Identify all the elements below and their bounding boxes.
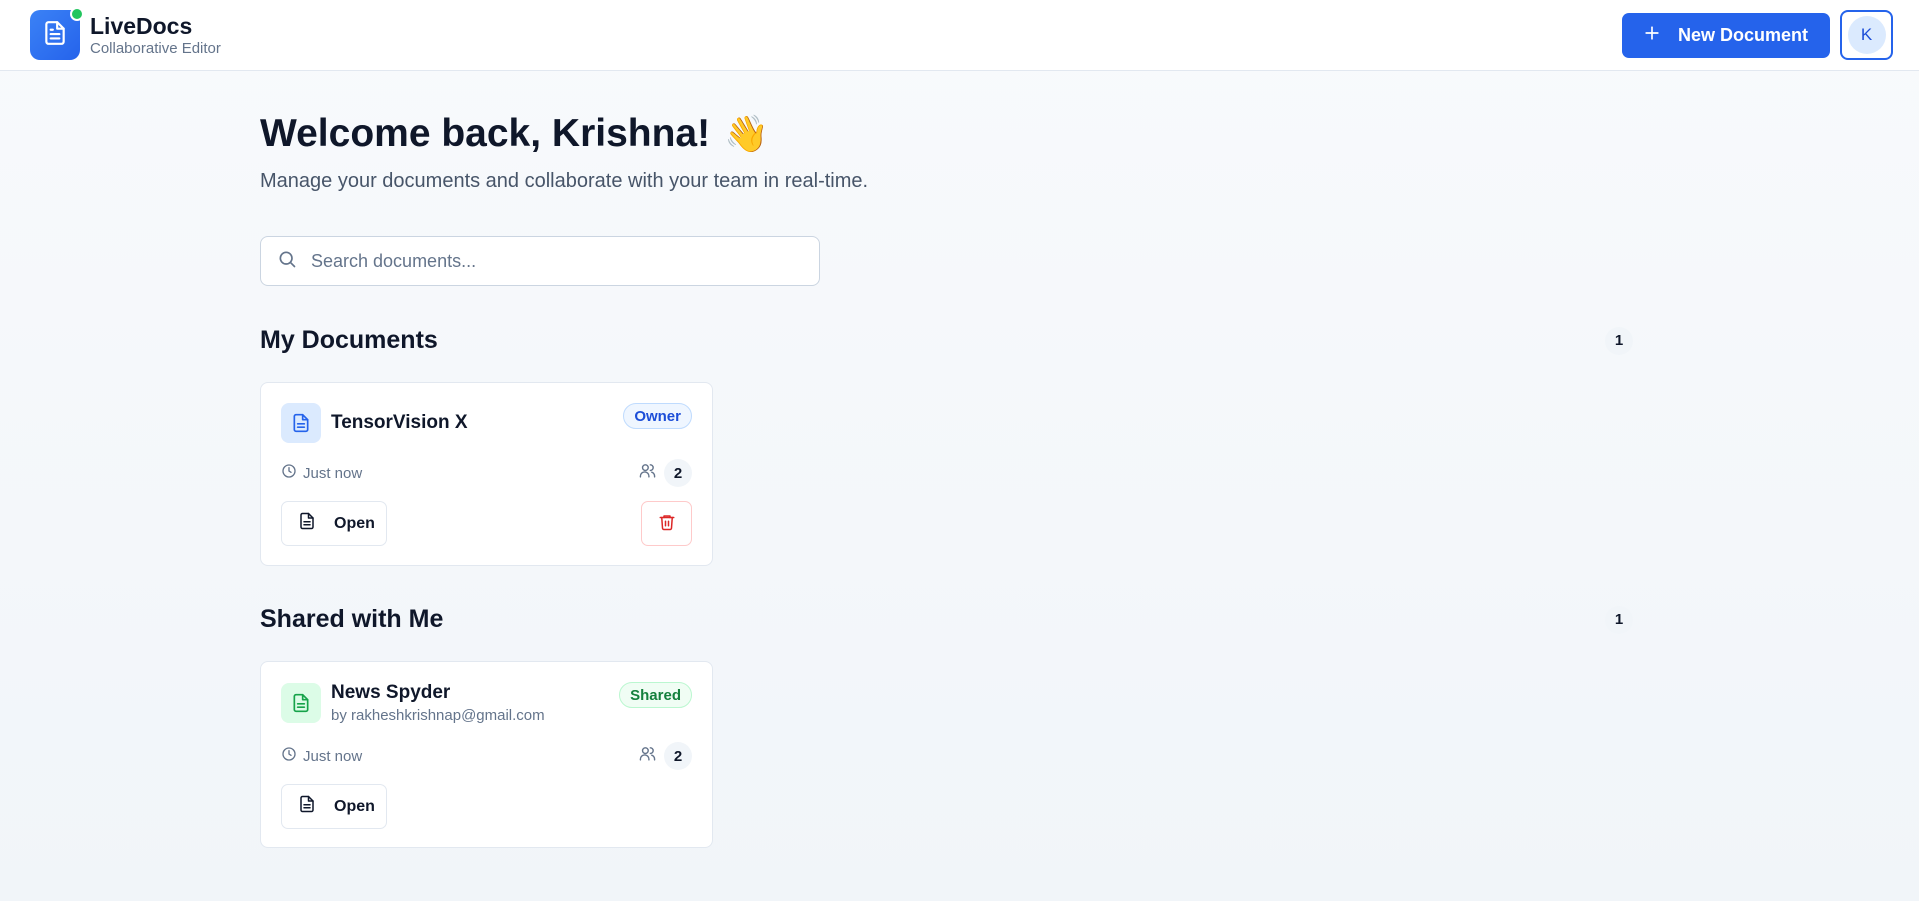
shared-document-title: News Spyder bbox=[331, 682, 451, 703]
open-label: Open bbox=[334, 514, 375, 532]
plus-icon bbox=[1642, 23, 1662, 48]
search-input[interactable] bbox=[311, 250, 791, 272]
dashboard: Welcome back, Krishna! 👋 Manage your doc… bbox=[260, 108, 1660, 848]
last-edited: Just now bbox=[281, 746, 362, 766]
avatar: K bbox=[1847, 16, 1886, 54]
page-subtitle: Manage your documents and collaborate wi… bbox=[260, 170, 869, 192]
online-status-dot bbox=[70, 7, 84, 21]
collaborator-count: 2 bbox=[664, 742, 692, 770]
shared-badge: Shared bbox=[619, 682, 692, 708]
open-shared-document-button[interactable]: Open bbox=[281, 784, 387, 829]
trash-icon bbox=[658, 512, 676, 535]
document-card[interactable]: TensorVision X Owner Just now 2 Open bbox=[260, 382, 713, 566]
file-text-icon bbox=[298, 795, 316, 818]
my-documents-title: My Documents bbox=[260, 326, 438, 354]
collaborator-count: 2 bbox=[664, 459, 692, 487]
document-title: TensorVision X bbox=[331, 412, 468, 433]
top-navigation: LiveDocs Collaborative Editor New Docume… bbox=[0, 0, 1919, 71]
app-logo bbox=[30, 7, 84, 60]
file-text-icon bbox=[42, 20, 68, 51]
last-edited-text: Just now bbox=[303, 747, 363, 765]
last-edited: Just now bbox=[281, 463, 362, 483]
file-text-icon bbox=[298, 512, 316, 535]
app-subtitle: Collaborative Editor bbox=[90, 39, 221, 57]
delete-document-button[interactable] bbox=[641, 501, 692, 546]
brand[interactable]: LiveDocs Collaborative Editor bbox=[30, 7, 221, 60]
shared-document-icon bbox=[281, 683, 321, 723]
search-field[interactable] bbox=[260, 236, 820, 286]
clock-icon bbox=[281, 463, 297, 483]
user-menu-button[interactable]: K bbox=[1840, 10, 1893, 60]
clock-icon bbox=[281, 746, 297, 766]
open-document-button[interactable]: Open bbox=[281, 501, 387, 546]
my-documents-count: 1 bbox=[1605, 326, 1633, 355]
shared-documents-count: 1 bbox=[1605, 605, 1633, 634]
page-title: Welcome back, Krishna! 👋 bbox=[260, 108, 1660, 160]
shared-with-me-title: Shared with Me bbox=[260, 605, 444, 633]
last-edited-text: Just now bbox=[303, 464, 363, 482]
search-icon bbox=[277, 249, 297, 274]
owner-badge: Owner bbox=[623, 403, 692, 429]
new-document-button[interactable]: New Document bbox=[1621, 12, 1830, 58]
shared-with-me-header: Shared with Me 1 bbox=[260, 605, 1660, 634]
my-documents-header: My Documents 1 bbox=[260, 326, 1660, 355]
collaborators: 2 bbox=[639, 459, 692, 487]
new-document-label: New Document bbox=[1677, 24, 1808, 45]
wave-emoji: 👋 bbox=[724, 113, 769, 154]
users-icon bbox=[639, 462, 656, 484]
app-name: LiveDocs bbox=[90, 12, 193, 39]
users-icon bbox=[639, 745, 656, 767]
collaborators: 2 bbox=[639, 742, 692, 770]
welcome-text: Welcome back, Krishna! bbox=[260, 112, 711, 155]
open-label: Open bbox=[334, 797, 375, 815]
shared-document-card[interactable]: News Spyder by rakheshkrishnap@gmail.com… bbox=[260, 661, 713, 848]
document-icon bbox=[281, 403, 321, 443]
document-owner: by rakheshkrishnap@gmail.com bbox=[331, 707, 545, 724]
